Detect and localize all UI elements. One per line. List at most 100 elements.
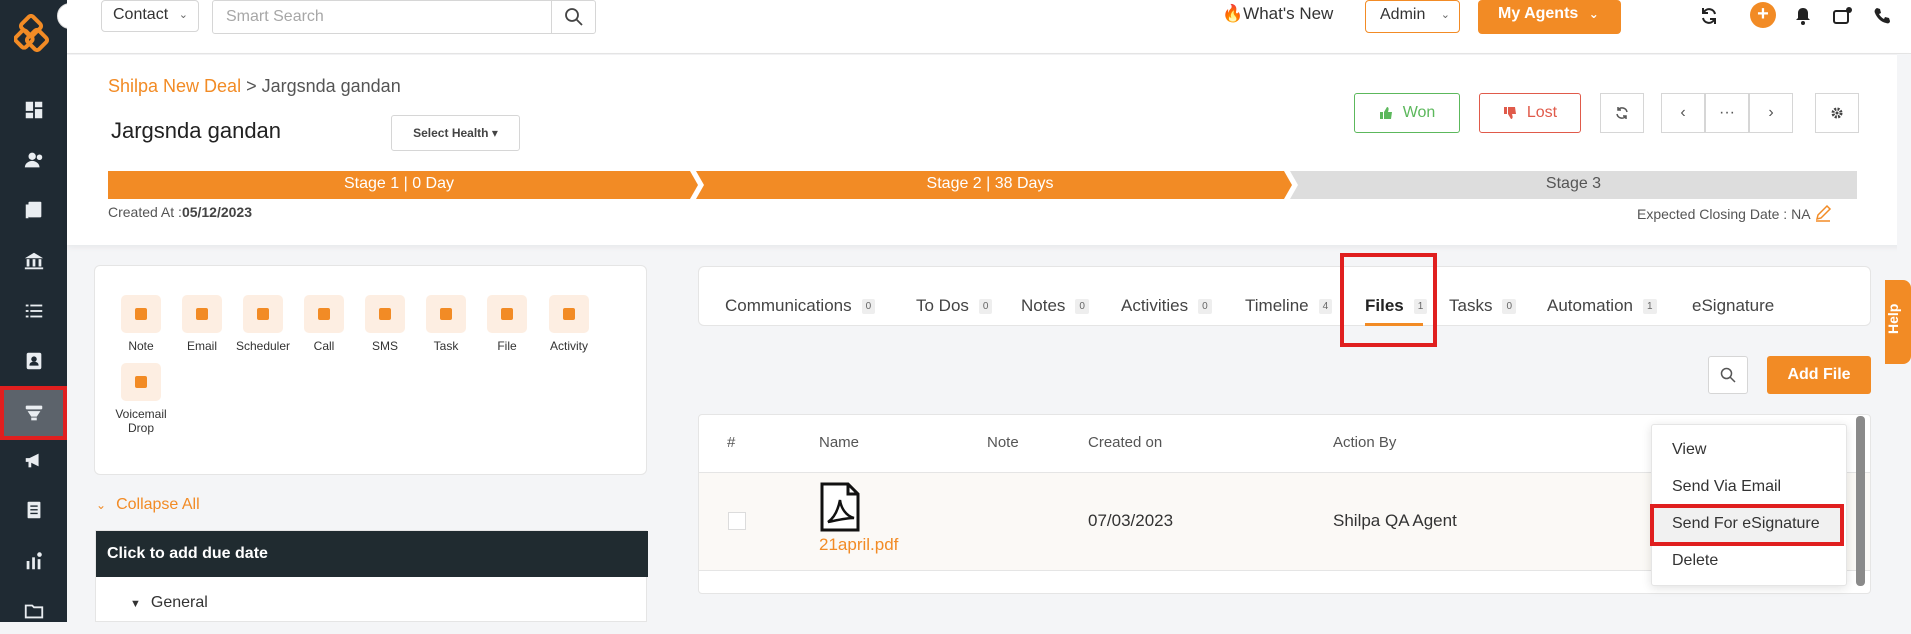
tab-todos[interactable]: To Dos 0 bbox=[916, 296, 993, 316]
breadcrumb-current: Jargsnda gandan bbox=[261, 76, 401, 96]
menu-item-send-via-email[interactable]: Send Via Email bbox=[1672, 478, 1781, 496]
menu-item-send-for-esignature[interactable]: Send For eSignature bbox=[1672, 515, 1820, 533]
tab-label: Notes bbox=[1021, 296, 1066, 315]
refresh-icon bbox=[1616, 107, 1628, 119]
row-checkbox[interactable] bbox=[728, 512, 746, 530]
ellipsis-icon: ··· bbox=[1719, 104, 1735, 121]
expected-closing-date: Expected Closing Date : NA bbox=[1637, 204, 1832, 222]
contacts-icon[interactable] bbox=[0, 137, 67, 183]
add-file-button[interactable]: Add File bbox=[1767, 356, 1871, 394]
search-button[interactable] bbox=[551, 1, 595, 33]
file-name-link[interactable]: 21april.pdf bbox=[819, 535, 898, 555]
edit-pencil-icon[interactable] bbox=[1814, 204, 1832, 222]
action-task[interactable]: Task bbox=[416, 295, 476, 353]
top-bar: Contact ⌄ 🔥What's New Admin ⌄ My Agents … bbox=[67, 0, 1911, 54]
whats-new-link[interactable]: 🔥What's New bbox=[1222, 4, 1333, 24]
files-search-button[interactable] bbox=[1708, 356, 1748, 394]
list-icon[interactable] bbox=[0, 288, 67, 334]
stage-1-label: Stage 1 | 0 Day bbox=[344, 175, 454, 192]
team-stats-icon[interactable] bbox=[0, 538, 67, 584]
megaphone-icon[interactable] bbox=[0, 437, 67, 483]
breadcrumb-parent-link[interactable]: Shilpa New Deal bbox=[108, 76, 241, 96]
dashboard-icon[interactable] bbox=[0, 87, 67, 133]
wallet-icon[interactable] bbox=[1828, 2, 1856, 30]
created-at-label: Created At : bbox=[108, 204, 182, 220]
my-agents-button[interactable]: My Agents ⌄ bbox=[1478, 0, 1621, 34]
quick-add-button[interactable]: + bbox=[1750, 2, 1776, 28]
smart-search bbox=[212, 0, 596, 34]
menu-scrollbar[interactable] bbox=[1856, 416, 1865, 586]
more-options-button[interactable]: ··· bbox=[1705, 93, 1749, 133]
note-icon bbox=[121, 295, 161, 333]
action-sms[interactable]: SMS bbox=[355, 295, 415, 353]
sms-icon bbox=[365, 295, 405, 333]
tab-label: Communications bbox=[725, 296, 852, 315]
created-at: Created At :05/12/2023 bbox=[108, 204, 252, 220]
whats-new-label: What's New bbox=[1243, 4, 1334, 23]
won-label: Won bbox=[1402, 104, 1436, 121]
next-deal-button[interactable]: › bbox=[1749, 93, 1793, 133]
action-file[interactable]: File bbox=[477, 295, 537, 353]
caret-down-icon: ▼ bbox=[130, 598, 141, 610]
column-header-note: Note bbox=[987, 434, 1019, 451]
group-label: General bbox=[150, 594, 208, 611]
select-health-button[interactable]: Select Health ▾ bbox=[391, 115, 520, 151]
action-call[interactable]: Call bbox=[294, 295, 354, 353]
my-agents-label: My Agents bbox=[1498, 5, 1579, 22]
smart-search-input[interactable] bbox=[213, 1, 553, 33]
bank-icon[interactable] bbox=[0, 238, 67, 284]
menu-item-view[interactable]: View bbox=[1672, 441, 1706, 459]
tab-timeline[interactable]: Timeline 4 bbox=[1245, 296, 1333, 316]
tab-notes[interactable]: Notes 0 bbox=[1021, 296, 1089, 316]
help-tab[interactable]: Help bbox=[1885, 280, 1911, 364]
add-due-date-header[interactable]: Click to add due date bbox=[96, 531, 648, 577]
chevron-down-icon: ⌄ bbox=[1588, 7, 1599, 21]
tab-label: Activities bbox=[1121, 296, 1189, 315]
phone-icon[interactable] bbox=[1869, 2, 1897, 30]
action-voicemail-drop[interactable]: Voicemail Drop bbox=[107, 363, 175, 435]
tab-communications[interactable]: Communications 0 bbox=[725, 296, 876, 316]
lost-button[interactable]: Lost bbox=[1479, 93, 1581, 133]
column-header-action-by: Action By bbox=[1333, 434, 1397, 451]
previous-deal-button[interactable]: ‹ bbox=[1661, 93, 1705, 133]
won-button[interactable]: Won bbox=[1354, 93, 1460, 133]
tab-activities[interactable]: Activities 0 bbox=[1121, 296, 1212, 316]
tab-automation[interactable]: Automation 1 bbox=[1547, 296, 1657, 316]
action-label: Voicemail Drop bbox=[115, 407, 167, 435]
bell-icon[interactable] bbox=[1789, 2, 1817, 30]
general-group[interactable]: ▼ General bbox=[130, 594, 208, 612]
settings-button[interactable] bbox=[1815, 93, 1859, 133]
refresh-button[interactable] bbox=[1600, 93, 1644, 133]
action-activity[interactable]: Activity bbox=[539, 295, 599, 353]
reports-icon[interactable] bbox=[0, 487, 67, 533]
calendar-icon bbox=[243, 295, 283, 333]
app-logo-icon[interactable] bbox=[14, 14, 54, 54]
tab-esignature[interactable]: eSignature bbox=[1692, 296, 1774, 316]
chevron-down-icon: ⌄ bbox=[178, 9, 188, 21]
menu-item-delete[interactable]: Delete bbox=[1672, 552, 1718, 570]
pdf-file-icon[interactable] bbox=[818, 482, 862, 532]
collapse-all-toggle[interactable]: ⌄ Collapse All bbox=[96, 496, 200, 514]
tab-count: 0 bbox=[978, 298, 993, 314]
action-scheduler[interactable]: Scheduler bbox=[233, 295, 293, 353]
task-icon bbox=[426, 295, 466, 333]
tab-tasks[interactable]: Tasks 0 bbox=[1449, 296, 1517, 316]
admin-select[interactable]: Admin ⌄ bbox=[1365, 0, 1460, 33]
address-book-icon[interactable] bbox=[0, 338, 67, 384]
deals-funnel-icon[interactable] bbox=[0, 386, 67, 440]
sync-icon[interactable] bbox=[1695, 2, 1723, 30]
action-note[interactable]: Note bbox=[111, 295, 171, 353]
phone-icon bbox=[304, 295, 344, 333]
documents-icon[interactable] bbox=[0, 187, 67, 233]
chevron-right-icon: › bbox=[1768, 104, 1774, 121]
contact-type-select[interactable]: Contact ⌄ bbox=[101, 0, 199, 32]
thumbs-up-icon bbox=[1379, 107, 1392, 119]
stage-3-label: Stage 3 bbox=[1545, 175, 1602, 192]
action-email[interactable]: Email bbox=[172, 295, 232, 353]
tab-count: 1 bbox=[1643, 298, 1657, 314]
folder-icon[interactable] bbox=[0, 588, 67, 634]
action-label: Task bbox=[433, 339, 459, 353]
column-header-name: Name bbox=[819, 434, 860, 451]
contact-select-label: Contact bbox=[113, 6, 169, 23]
tab-count: 0 bbox=[1075, 298, 1089, 314]
